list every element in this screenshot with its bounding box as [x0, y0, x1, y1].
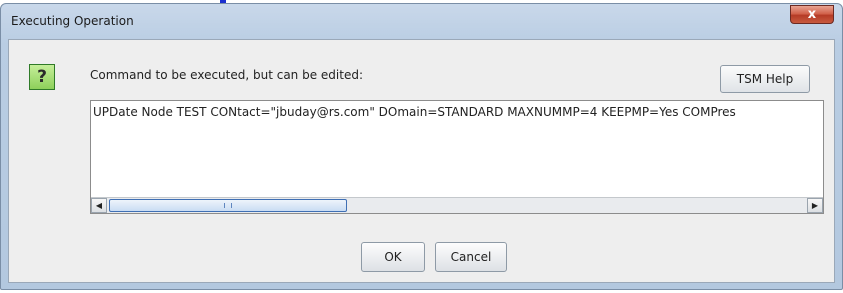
- question-icon: ?: [29, 64, 55, 90]
- tsm-help-button[interactable]: TSM Help: [720, 65, 810, 93]
- close-button[interactable]: x: [790, 5, 834, 24]
- command-text[interactable]: UPDate Node TEST CONtact="jbuday@rs.com"…: [93, 105, 736, 119]
- window-title: Executing Operation: [11, 14, 134, 28]
- grip-icon: [224, 203, 232, 208]
- cancel-button[interactable]: Cancel: [435, 242, 507, 272]
- prompt-label: Command to be executed, but can be edite…: [90, 68, 363, 82]
- ok-button[interactable]: OK: [361, 242, 425, 272]
- scroll-right-icon[interactable]: ▶: [807, 198, 823, 213]
- scroll-left-icon[interactable]: ◀: [91, 198, 107, 213]
- question-glyph: ?: [37, 67, 47, 87]
- scroll-thumb[interactable]: [109, 199, 347, 212]
- dialog-window: Executing Operation x ? Command to be ex…: [0, 3, 843, 290]
- close-icon: x: [807, 7, 817, 22]
- dialog-body: ? Command to be executed, but can be edi…: [8, 39, 835, 283]
- horizontal-scrollbar[interactable]: ◀ ▶: [91, 197, 823, 213]
- title-bar[interactable]: Executing Operation x: [1, 4, 842, 38]
- command-textarea[interactable]: UPDate Node TEST CONtact="jbuday@rs.com"…: [90, 100, 824, 214]
